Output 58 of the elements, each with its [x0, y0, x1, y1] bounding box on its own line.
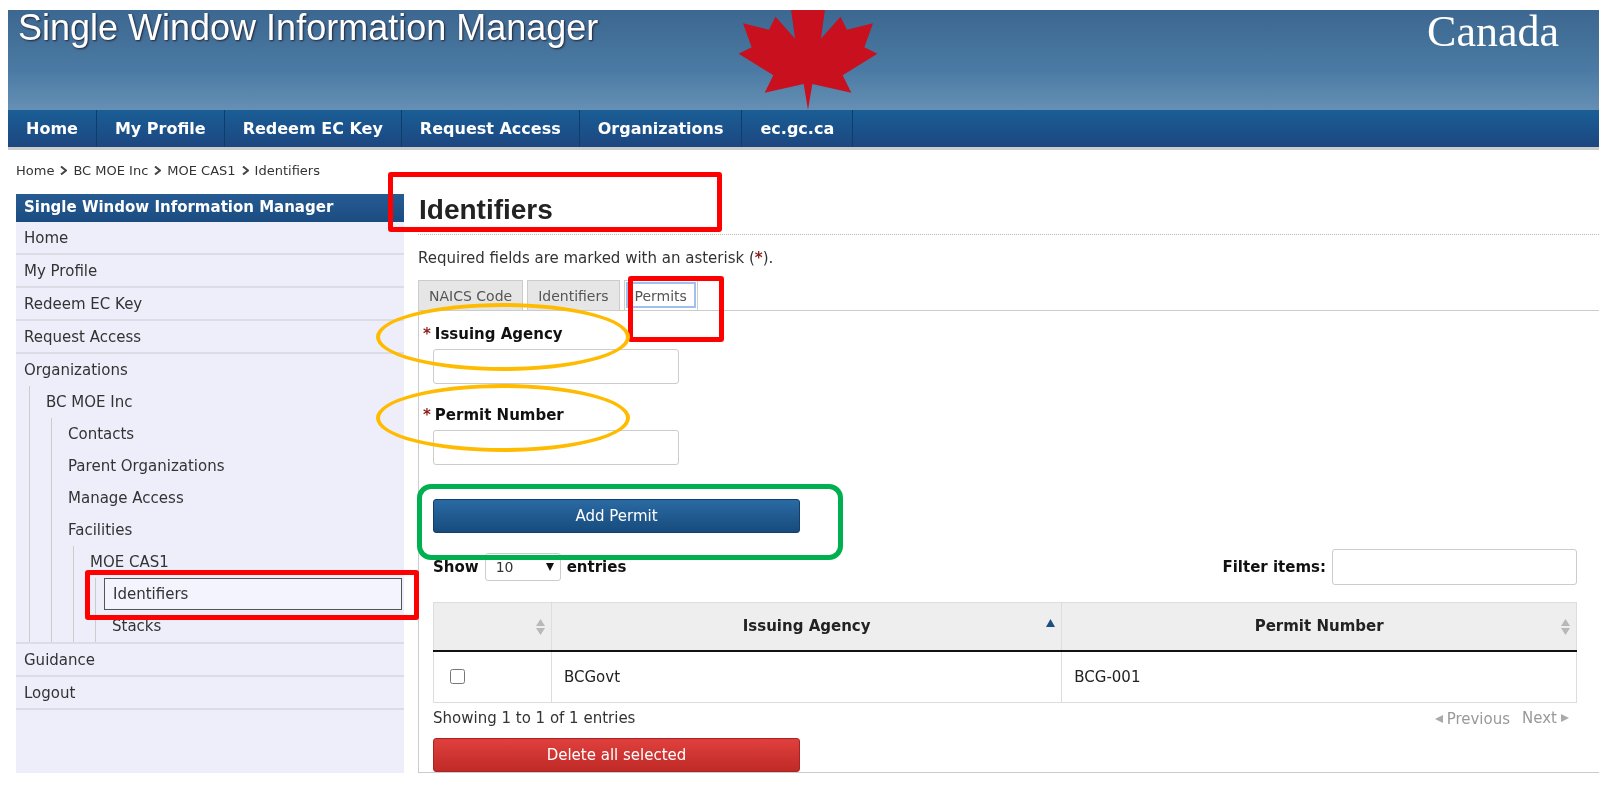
column-header[interactable]: Permit Number: [1061, 602, 1577, 651]
nav-link[interactable]: Organizations: [579, 110, 743, 147]
sidebar-item[interactable]: Logout: [16, 677, 404, 710]
sidebar-item[interactable]: Organizations: [16, 354, 404, 386]
sidebar-item[interactable]: Redeem EC Key: [16, 288, 404, 321]
table-info: Showing 1 to 1 of 1 entries: [433, 709, 636, 728]
filter-field[interactable]: [1332, 549, 1577, 585]
breadcrumb-link[interactable]: Home: [16, 163, 55, 178]
sidebar-item[interactable]: Guidance: [16, 644, 404, 677]
add-permit-button[interactable]: Add Permit: [433, 499, 800, 533]
wordmark: Canada: [1427, 10, 1560, 54]
sidebar-item[interactable]: Identifiers: [104, 578, 402, 610]
table-cell: BCGovt: [551, 650, 1062, 703]
field-label: Issuing Agency: [434, 325, 563, 343]
column-header[interactable]: Issuing Agency: [551, 602, 1062, 651]
site-title: Single Window Information Manager: [17, 10, 599, 46]
sidebar-item[interactable]: MOE CAS1: [82, 546, 404, 578]
nav-link[interactable]: Redeem EC Key: [224, 110, 402, 147]
required-note: Required fields are marked with an asterisk (*).: [418, 249, 775, 267]
required-mark: *: [423, 406, 431, 424]
sidebar-item[interactable]: Manage Access: [60, 482, 404, 514]
input-field[interactable]: [433, 349, 679, 384]
sidebar-title: Single Window Information Manager: [16, 194, 404, 222]
breadcrumb-link[interactable]: MOE CAS1: [167, 163, 236, 178]
page-title: Identifiers: [418, 194, 1599, 235]
breadcrumb-link[interactable]: Identifiers: [254, 163, 320, 178]
sidebar-item[interactable]: Contacts: [60, 418, 404, 450]
nav-link[interactable]: Home: [8, 110, 97, 147]
filter-label: Filter items:: [1222, 558, 1326, 576]
table-cell: BCG-001: [1061, 650, 1577, 703]
entries-select[interactable]: 10: [484, 553, 561, 581]
chevron-icon: [60, 166, 68, 175]
breadcrumb-link[interactable]: BC MOE Inc: [73, 163, 149, 178]
delete-selected-button[interactable]: Delete all selected: [433, 738, 800, 772]
caret-icon: [545, 563, 554, 571]
nav-link[interactable]: Request Access: [401, 110, 580, 147]
field-label: Permit Number: [434, 406, 564, 424]
input-field[interactable]: [433, 430, 679, 465]
sidebar-item[interactable]: My Profile: [16, 255, 404, 288]
nav-link[interactable]: My Profile: [96, 110, 225, 147]
show-label: Show: [433, 558, 479, 576]
nav-link[interactable]: ec.gc.ca: [742, 110, 854, 147]
sidebar-item[interactable]: BC MOE Inc: [38, 386, 404, 418]
row-checkbox[interactable]: [450, 668, 465, 684]
previous-arrow-icon: [1434, 715, 1443, 723]
chevron-icon: [241, 166, 249, 175]
required-mark: *: [423, 325, 431, 343]
chevron-icon: [154, 166, 162, 175]
sidebar-item[interactable]: Parent Organizations: [60, 450, 404, 482]
column-header[interactable]: [433, 602, 552, 651]
tab[interactable]: Identifiers: [527, 280, 620, 310]
sidebar-item[interactable]: Request Access: [16, 321, 404, 354]
tab[interactable]: NAICS Code: [418, 280, 524, 310]
next-arrow-icon: [1561, 714, 1569, 722]
sidebar-item[interactable]: Stacks: [104, 610, 404, 642]
entries-label: entries: [566, 558, 627, 576]
sidebar-item[interactable]: Home: [16, 222, 404, 255]
sidebar-item[interactable]: Facilities: [60, 514, 404, 546]
